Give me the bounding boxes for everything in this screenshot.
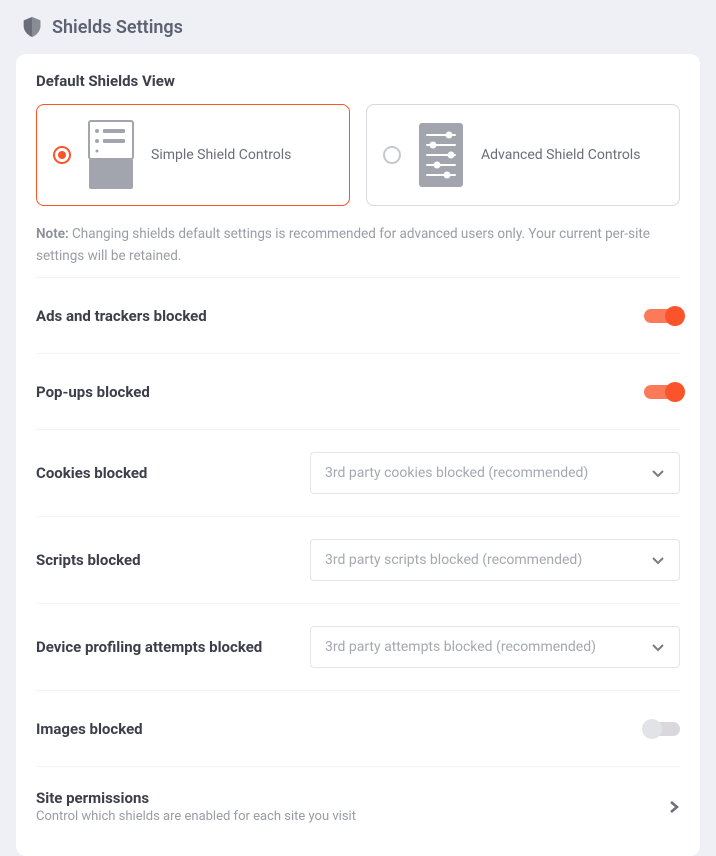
row-site-permissions-sub: Control which shields are enabled for ea… [36,809,652,824]
toggle-popups[interactable] [644,385,680,399]
view-option-simple[interactable]: Simple Shield Controls [36,104,350,206]
row-popups: Pop-ups blocked [36,353,680,429]
note-body: Changing shields default settings is rec… [36,226,650,264]
row-device-label: Device profiling attempts blocked [36,638,262,656]
chevron-down-icon [651,640,665,654]
row-cookies-label: Cookies blocked [36,464,147,482]
toggle-images[interactable] [644,722,680,736]
advanced-controls-icon [413,119,469,191]
row-images: Images blocked [36,690,680,766]
view-options: Simple Shield Controls Advanced Shield C… [36,104,680,206]
simple-controls-icon [83,119,139,191]
row-popups-label: Pop-ups blocked [36,383,150,401]
chevron-down-icon [651,553,665,567]
select-cookies-value: 3rd party cookies blocked (recommended) [325,465,588,481]
row-device-profiling: Device profiling attempts blocked 3rd pa… [36,603,680,690]
shield-icon [22,16,42,38]
settings-card: Default Shields View Simple Shield Contr… [16,54,700,856]
row-site-permissions[interactable]: Site permissions Control which shields a… [36,766,680,846]
row-ads-trackers: Ads and trackers blocked [36,277,680,353]
radio-advanced [383,146,401,164]
view-option-advanced-label: Advanced Shield Controls [481,146,640,164]
radio-simple [53,146,71,164]
select-scripts[interactable]: 3rd party scripts blocked (recommended) [310,539,680,581]
row-scripts-label: Scripts blocked [36,551,141,569]
page-title: Shields Settings [52,17,183,38]
chevron-right-icon [668,801,680,813]
select-cookies[interactable]: 3rd party cookies blocked (recommended) [310,452,680,494]
view-option-simple-label: Simple Shield Controls [151,146,291,164]
row-images-label: Images blocked [36,720,143,738]
view-section-title: Default Shields View [36,72,680,90]
row-ads-label: Ads and trackers blocked [36,307,207,325]
row-site-permissions-label: Site permissions [36,789,316,807]
chevron-down-icon [651,466,665,480]
note-label: Note: [36,226,69,242]
row-cookies: Cookies blocked 3rd party cookies blocke… [36,429,680,516]
view-option-advanced[interactable]: Advanced Shield Controls [366,104,680,206]
select-device-value: 3rd party attempts blocked (recommended) [325,639,596,655]
page-header: Shields Settings [0,0,716,54]
row-scripts: Scripts blocked 3rd party scripts blocke… [36,516,680,603]
toggle-ads-trackers[interactable] [644,309,680,323]
select-device-profiling[interactable]: 3rd party attempts blocked (recommended) [310,626,680,668]
select-scripts-value: 3rd party scripts blocked (recommended) [325,552,582,568]
note-text: Note: Changing shields default settings … [36,224,680,267]
